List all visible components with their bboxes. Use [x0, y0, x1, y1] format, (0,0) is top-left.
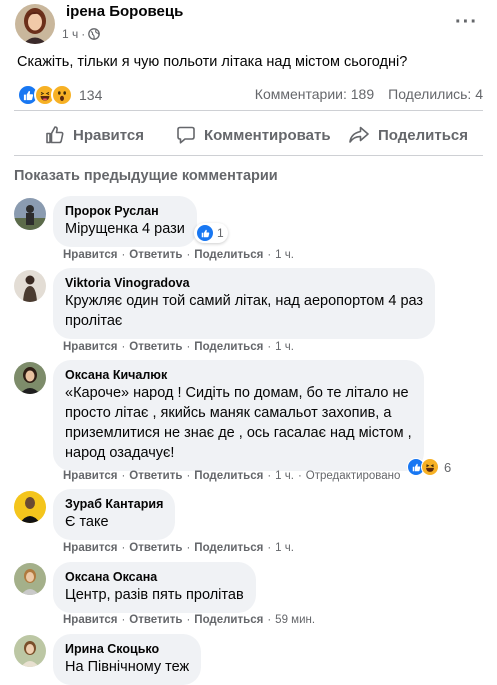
post-stats: Комментарии: 189 Поделились: 4	[255, 86, 483, 102]
comment-time[interactable]: 1 ч.	[275, 542, 294, 554]
comment-author[interactable]: Ирина Скоцько	[65, 641, 189, 657]
comment-bubble: Viktoria Vinogradova Кружляє один той са…	[53, 268, 436, 339]
show-previous-comments-link[interactable]: Показать предыдущие комментарии	[14, 168, 278, 184]
comment-avatar[interactable]	[14, 198, 46, 230]
like-button[interactable]: Нравится	[45, 125, 144, 145]
comment-share-link[interactable]: Поделиться	[194, 249, 263, 261]
comment-text-line: пролітає	[65, 313, 123, 329]
comment-reply-link[interactable]: Ответить	[129, 542, 182, 554]
comment-bubble: Зураб Кантария Є таке	[53, 489, 176, 540]
comment-share-link[interactable]: Поделиться	[194, 614, 263, 626]
comment-like-link[interactable]: Нравится	[63, 341, 117, 353]
post-timestamp[interactable]: 1 ч ·	[62, 27, 101, 41]
more-options-icon[interactable]: ···	[455, 11, 478, 34]
comment-reply-link[interactable]: Ответить	[129, 249, 182, 261]
comment-reaction-count: 6	[444, 459, 452, 475]
post-reactions[interactable]: 134	[17, 84, 102, 106]
comment-avatar[interactable]	[14, 491, 46, 523]
comment-button[interactable]: Комментировать	[176, 125, 331, 145]
wow-icon	[51, 84, 73, 106]
comment-text-line: Є таке	[65, 514, 109, 530]
comment-text-line: Центр, разів пять пролітав	[65, 587, 244, 603]
comment-time[interactable]: 59 мин.	[275, 614, 315, 626]
comment-bubble: Оксана Оксана Центр, разів пять пролітав	[53, 562, 256, 613]
divider-bottom	[14, 155, 483, 156]
comment-like-link[interactable]: Нравится	[63, 614, 117, 626]
comment-share-link[interactable]: Поделиться	[194, 341, 263, 353]
comment-time[interactable]: 1 ч.	[275, 470, 294, 482]
comment-reactions[interactable]: 1	[194, 223, 228, 243]
comment-text-line: На Північному теж	[65, 659, 190, 675]
separator-dot: ·	[81, 27, 86, 41]
post-text: Скажіть, тільки я чую польоти літака над…	[17, 54, 408, 70]
thumbs-up-icon	[46, 126, 64, 144]
comment-time[interactable]: 1 ч.	[275, 249, 294, 261]
comment-reply-link[interactable]: Ответить	[129, 614, 182, 626]
comment-text-line: Кружляє один той самий літак, над аеропо…	[65, 293, 424, 309]
comment-time[interactable]: 1 ч.	[275, 341, 294, 353]
post-author-avatar[interactable]	[15, 4, 55, 44]
shares-count-link[interactable]: Поделились: 4	[388, 86, 483, 102]
comment-bubble: Ирина Скоцько На Північному теж	[53, 634, 202, 685]
haha-icon	[421, 458, 439, 476]
post-author-name[interactable]: ірена Боровець	[66, 3, 183, 20]
comment-label: Комментировать	[204, 126, 331, 144]
comment-bubble: Пророк Руслан Мірущенка 4 рази	[53, 196, 197, 247]
comment-reaction-count: 1	[217, 226, 224, 240]
like-icon	[196, 224, 214, 242]
comment-actions: Нравится · Ответить · Поделиться · 1 ч.	[63, 542, 294, 554]
divider-top	[14, 110, 483, 111]
comment-reply-link[interactable]: Ответить	[129, 470, 182, 482]
comment-avatar[interactable]	[14, 362, 46, 394]
comment-avatar[interactable]	[14, 563, 46, 595]
share-label: Поделиться	[378, 126, 469, 144]
comment-text-line: просто літає , якийсь маняк самальот зах…	[65, 405, 392, 421]
edited-label[interactable]: Отредактировано	[306, 470, 401, 482]
comment-author[interactable]: Оксана Кичалюк	[65, 367, 412, 383]
like-label: Нравится	[73, 126, 145, 144]
comment-reply-link[interactable]: Ответить	[129, 341, 182, 353]
comment-text-line: Мірущенка 4 рази	[65, 221, 185, 237]
comment-bubble: Оксана Кичалюк «Кароче» народ ! Сидіть п…	[53, 360, 424, 471]
share-icon	[349, 126, 369, 143]
share-button[interactable]: Поделиться	[348, 125, 468, 145]
comment-author[interactable]: Зураб Кантария	[65, 496, 163, 512]
comment-avatar[interactable]	[14, 270, 46, 302]
reaction-count: 134	[79, 87, 103, 103]
comment-actions: Нравится · Ответить · Поделиться · 59 мин.	[63, 614, 316, 626]
comment-share-link[interactable]: Поделиться	[194, 542, 263, 554]
globe-icon	[88, 28, 101, 40]
comment-text-line: «Кароче» народ ! Сидіть по домам, бо те …	[65, 385, 409, 401]
comment-actions: Нравится · Ответить · Поделиться · 1 ч.	[63, 249, 294, 261]
comment-like-link[interactable]: Нравится	[63, 249, 117, 261]
comment-text-line: народ озадачує!	[65, 445, 175, 461]
comment-author[interactable]: Пророк Руслан	[65, 203, 185, 219]
comment-like-link[interactable]: Нравится	[63, 470, 117, 482]
post-time-text: 1 ч	[62, 27, 79, 41]
comment-text-line: приземлитися не знає де , ось гасалає на…	[65, 425, 412, 441]
comment-actions: Нравится · Ответить · Поделиться · 1 ч.	[63, 341, 294, 353]
comment-icon	[177, 126, 195, 144]
comment-share-link[interactable]: Поделиться	[194, 470, 263, 482]
comment-reactions[interactable]: 6	[407, 458, 451, 476]
comment-actions: Нравится · Ответить · Поделиться · 1 ч. · От…	[63, 470, 401, 482]
comment-author[interactable]: Оксана Оксана	[65, 569, 244, 585]
comment-avatar[interactable]	[14, 635, 46, 667]
comment-author[interactable]: Viktoria Vinogradova	[65, 275, 423, 291]
comment-like-link[interactable]: Нравится	[63, 542, 117, 554]
comments-count-link[interactable]: Комментарии: 189	[255, 86, 374, 102]
